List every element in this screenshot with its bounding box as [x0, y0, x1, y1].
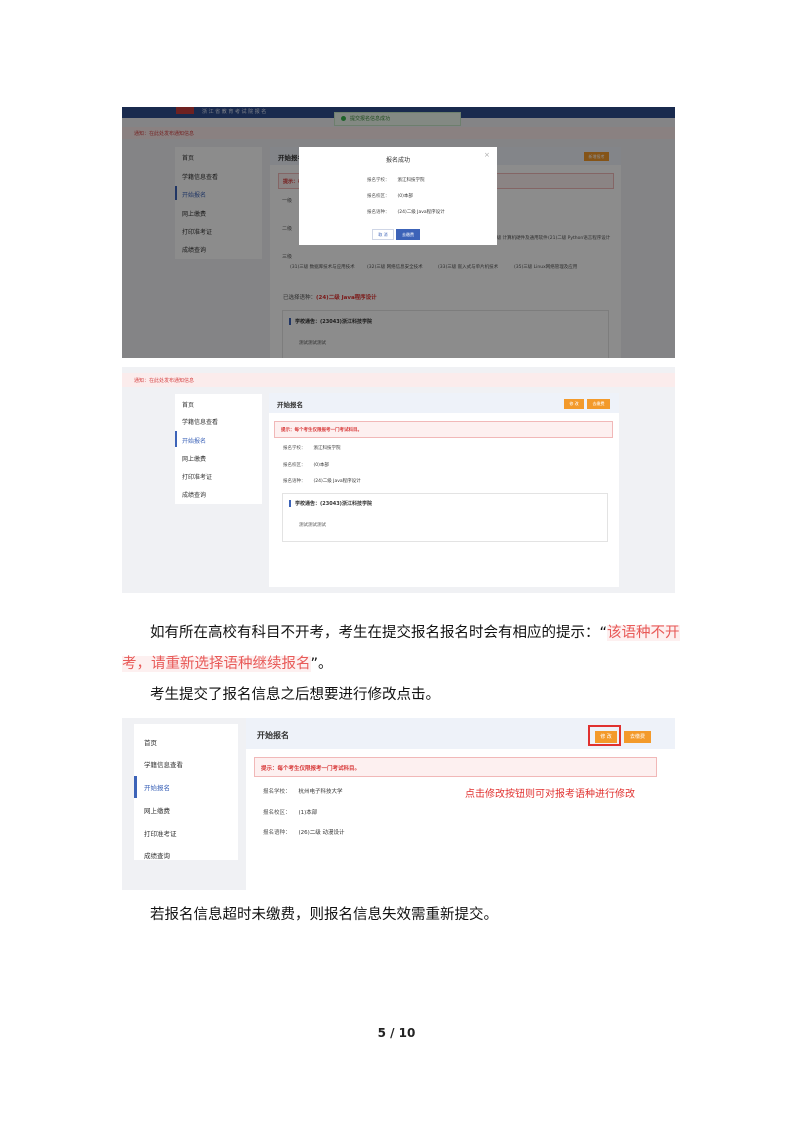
sidebar: 首页 学籍信息查看 开始报名 网上缴费 打印准考证 成绩查询	[134, 724, 238, 860]
notice-bar: 通知：在此处发布通知信息	[122, 373, 675, 387]
para1-highlight: 该语种不开	[607, 625, 680, 641]
success-modal: 报名成功 × 报名学校： 浙江科技学院 报名校区： (0)本部 报名语种： (24)二…	[299, 147, 497, 245]
row-value: 浙江科技学院	[397, 178, 425, 183]
paragraph-unavailable-subject-cont: 考，请重新选择语种继续报名”。	[122, 654, 333, 674]
row-value: (0)本部	[313, 463, 329, 468]
paragraph-timeout: 若报名信息超时未缴费，则报名信息失效需重新提交。	[150, 905, 498, 925]
edit-annotation: 点击修改按钮则可对报考语种进行修改	[465, 789, 635, 800]
info-row-campus: 报名校区： (1)本部	[263, 808, 317, 816]
para1-highlight-cont: 考，请重新选择语种继续报名	[122, 656, 311, 672]
main-panel: 开始报名 修 改 去缴费 提示：每个考生仅限报考一门考试科目。 报名学校： 杭州电…	[246, 718, 675, 890]
para2-text: 考生提交了报名信息之后想要进行修改点击。	[150, 687, 440, 703]
row-label: 报名语种：	[367, 210, 390, 215]
panel-header: 开始报名 修 改 去缴费	[246, 718, 675, 749]
row-label: 报名语种：	[283, 479, 306, 484]
row-label: 报名校区：	[367, 194, 390, 199]
tip-text: 提示：每个考生仅限报考一门考试科目。	[261, 766, 361, 772]
school-notice-card: 学校通告：(23043)浙江科技学院 测试测试测试	[282, 493, 608, 542]
sidebar-item-print-admission[interactable]: 打印准考证	[144, 828, 177, 838]
tip-alert: 提示：每个考生仅限报考一门考试科目。	[274, 421, 613, 438]
school-notice-title: 学校通告：(23043)浙江科技学院	[295, 501, 372, 507]
pay-button[interactable]: 去缴费	[624, 731, 651, 743]
row-value: 浙江科技学院	[313, 446, 341, 451]
row-label: 报名学校：	[367, 178, 390, 183]
notice-accent	[289, 500, 291, 507]
sidebar-item-online-payment[interactable]: 网上缴费	[182, 454, 206, 463]
modal-row-course: 报名语种： (24)二级 Java程序设计	[367, 209, 445, 215]
row-label: 报名学校：	[263, 789, 291, 795]
row-value: (26)二级 动漫设计	[298, 830, 345, 836]
info-row-school: 报名学校： 浙江科技学院	[283, 445, 341, 451]
row-label: 报名语种：	[263, 830, 291, 836]
school-notice-body: 测试测试测试	[299, 523, 326, 528]
sidebar-item-start-registration[interactable]: 开始报名	[182, 436, 206, 445]
panel-title: 开始报名	[257, 731, 289, 740]
row-value: (24)二级 Java程序设计	[397, 210, 445, 215]
modal-title: 报名成功	[385, 157, 410, 164]
edit-button[interactable]: 修 改	[564, 399, 584, 409]
tip-alert: 提示：每个考生仅限报考一门考试科目。	[254, 757, 657, 777]
sidebar-item-score-query[interactable]: 成绩查询	[182, 490, 206, 499]
row-value: (1)本部	[298, 810, 318, 816]
paragraph-unavailable-subject: 如有所在高校有科目不开考，考生在提交报名报名时会有相应的提示：“该语种不开	[150, 623, 680, 643]
panel-header: 开始报名 修 改 去缴费	[269, 393, 619, 413]
sidebar-item-home[interactable]: 首页	[182, 400, 194, 409]
modal-cancel-button[interactable]: 取 消	[372, 229, 394, 240]
sidebar-item-student-info[interactable]: 学籍信息查看	[144, 759, 183, 769]
sidebar: 首页 学籍信息查看 开始报名 网上缴费 打印准考证 成绩查询	[175, 394, 262, 504]
panel-title: 开始报名	[277, 401, 303, 409]
row-value: 杭州电子科技大学	[298, 789, 343, 795]
paragraph-edit-hint: 考生提交了报名信息之后想要进行修改点击。	[150, 685, 440, 705]
row-label: 报名校区：	[263, 810, 291, 816]
row-label: 报名学校：	[283, 446, 306, 451]
active-indicator	[175, 431, 177, 447]
modal-row-campus: 报名校区： (0)本部	[367, 193, 413, 199]
screenshot-registration-success: 浙 江 省 教 育 考 试 院 报 名 提交报名信息成功 通知：在此处发布通知信…	[122, 107, 675, 358]
para1-end: ”。	[310, 656, 333, 672]
tip-text: 提示：每个考生仅限报考一门考试科目。	[281, 428, 362, 433]
pay-button[interactable]: 去缴费	[587, 399, 610, 409]
info-row-course: 报名语种： (24)二级 Java程序设计	[283, 478, 361, 484]
para3-text: 若报名信息超时未缴费，则报名信息失效需重新提交。	[150, 907, 498, 923]
row-value: (24)二级 Java程序设计	[313, 479, 361, 484]
sidebar-item-home[interactable]: 首页	[144, 737, 157, 747]
para1-text: 如有所在高校有科目不开考，考生在提交报名报名时会有相应的提示：“	[150, 625, 608, 641]
info-row-campus: 报名校区： (0)本部	[283, 462, 329, 468]
close-icon[interactable]: ×	[484, 151, 490, 159]
sidebar-item-start-registration[interactable]: 开始报名	[144, 782, 170, 792]
modal-row-school: 报名学校： 浙江科技学院	[367, 177, 425, 183]
sidebar-item-student-info[interactable]: 学籍信息查看	[182, 417, 218, 426]
row-label: 报名校区：	[283, 463, 306, 468]
info-row-course: 报名语种： (26)二级 动漫设计	[263, 828, 345, 836]
main-panel: 开始报名 修 改 去缴费 提示：每个考生仅限报考一门考试科目。 报名学校： 浙江科…	[269, 393, 619, 587]
edit-button[interactable]: 修 改	[595, 731, 617, 743]
sidebar-item-online-payment[interactable]: 网上缴费	[144, 805, 170, 815]
sidebar-item-print-admission[interactable]: 打印准考证	[182, 472, 212, 481]
notice-text: 通知：在此处发布通知信息	[134, 378, 195, 384]
modal-pay-button[interactable]: 去缴费	[396, 229, 420, 240]
row-value: (0)本部	[397, 194, 413, 199]
info-row-school: 报名学校： 杭州电子科技大学	[263, 787, 343, 795]
page-number: 5 / 10	[377, 1026, 416, 1040]
active-indicator	[134, 776, 137, 798]
screenshot-edit-registration: 首页 学籍信息查看 开始报名 网上缴费 打印准考证 成绩查询 开始报名 修 改 …	[122, 718, 675, 890]
screenshot-registration-info: 通知：在此处发布通知信息 首页 学籍信息查看 开始报名 网上缴费 打印准考证 成…	[122, 367, 675, 593]
sidebar-item-score-query[interactable]: 成绩查询	[144, 850, 170, 860]
